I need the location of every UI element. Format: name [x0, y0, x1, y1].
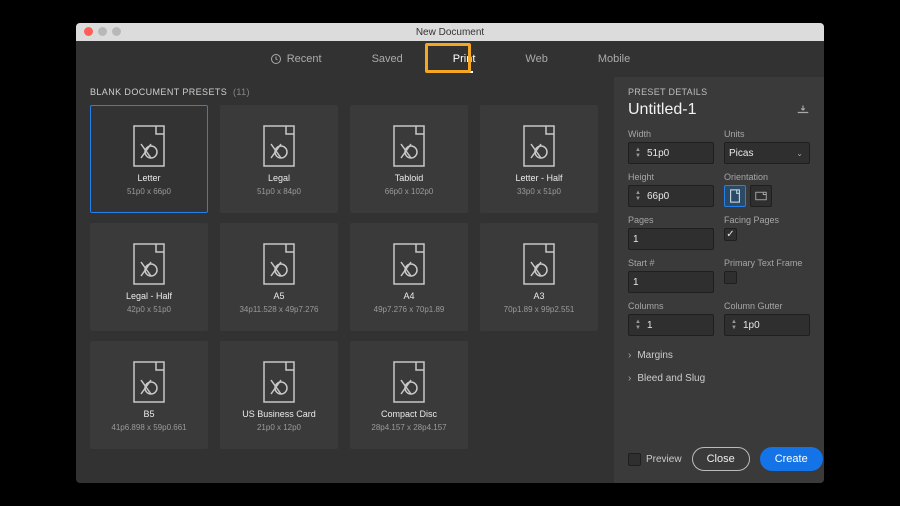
preset-dimensions: 34p11.528 x 49p7.276 — [239, 305, 318, 314]
preset-dimensions: 66p0 x 102p0 — [385, 187, 434, 196]
preset-card[interactable]: A5 34p11.528 x 49p7.276 — [220, 223, 338, 331]
preset-card[interactable]: Tabloid 66p0 x 102p0 — [350, 105, 468, 213]
gutter-label: Column Gutter — [724, 301, 810, 311]
close-button[interactable]: Close — [692, 447, 750, 471]
preset-card[interactable]: Letter - Half 33p0 x 51p0 — [480, 105, 598, 213]
preset-card[interactable]: US Business Card 21p0 x 12p0 — [220, 341, 338, 449]
units-select[interactable]: Picas ⌄ — [724, 142, 810, 164]
preset-card[interactable]: A3 70p1.89 x 99p2.551 — [480, 223, 598, 331]
tab-recent[interactable]: Recent — [268, 49, 324, 69]
stepper-icon[interactable]: ▲▼ — [729, 319, 739, 331]
preset-name: Letter - Half — [515, 173, 562, 183]
start-number-label: Start # — [628, 258, 714, 268]
pages-field[interactable]: 1 — [628, 228, 714, 250]
tab-mobile[interactable]: Mobile — [596, 49, 632, 69]
preset-dimensions: 28p4.157 x 28p4.157 — [371, 423, 446, 432]
columns-field[interactable]: ▲▼ 1 — [628, 314, 714, 336]
primary-text-frame-checkbox[interactable] — [724, 271, 737, 284]
stepper-icon[interactable]: ▲▼ — [633, 147, 643, 159]
tab-saved[interactable]: Saved — [370, 49, 405, 69]
page-icon — [258, 241, 300, 287]
preset-card[interactable]: Compact Disc 28p4.157 x 28p4.157 — [350, 341, 468, 449]
width-field[interactable]: ▲▼ 51p0 — [628, 142, 714, 164]
facing-pages-checkbox[interactable] — [724, 228, 737, 241]
primary-text-frame-label: Primary Text Frame — [724, 258, 810, 268]
preset-name: Legal — [268, 173, 290, 183]
preset-name: A5 — [273, 291, 284, 301]
preset-name: A3 — [533, 291, 544, 301]
page-icon — [518, 241, 560, 287]
stepper-icon[interactable]: ▲▼ — [633, 319, 643, 331]
preset-details-header: PRESET DETAILS — [628, 87, 707, 97]
preset-section-label: BLANK DOCUMENT PRESETS (11) — [90, 87, 602, 97]
page-icon — [258, 123, 300, 169]
height-field[interactable]: ▲▼ 66p0 — [628, 185, 714, 207]
close-window-icon[interactable] — [84, 27, 93, 36]
page-icon — [128, 123, 170, 169]
preset-dimensions: 33p0 x 51p0 — [517, 187, 561, 196]
stepper-icon[interactable]: ▲▼ — [633, 190, 643, 202]
orientation-portrait-button[interactable] — [724, 185, 746, 207]
preset-card[interactable]: A4 49p7.276 x 70p1.89 — [350, 223, 468, 331]
preset-name: A4 — [403, 291, 414, 301]
zoom-window-icon[interactable] — [112, 27, 121, 36]
document-name[interactable]: Untitled-1 — [628, 101, 696, 119]
page-icon — [128, 359, 170, 405]
window-controls — [84, 27, 121, 36]
preset-dimensions: 41p6.898 x 59p0.661 — [111, 423, 186, 432]
preset-name: Letter — [137, 173, 160, 183]
preview-checkbox[interactable] — [628, 453, 641, 466]
orientation-landscape-button[interactable] — [750, 185, 772, 207]
preset-card[interactable]: Legal - Half 42p0 x 51p0 — [90, 223, 208, 331]
page-icon — [258, 359, 300, 405]
preset-dimensions: 49p7.276 x 70p1.89 — [374, 305, 445, 314]
preset-card[interactable]: Letter 51p0 x 66p0 — [90, 105, 208, 213]
preset-dimensions: 70p1.89 x 99p2.551 — [504, 305, 575, 314]
minimize-window-icon[interactable] — [98, 27, 107, 36]
create-button[interactable]: Create — [760, 447, 823, 471]
pages-label: Pages — [628, 215, 714, 225]
preset-name: Tabloid — [395, 173, 424, 183]
clock-icon — [270, 53, 282, 65]
margins-disclosure[interactable]: Margins — [628, 344, 810, 367]
preset-card[interactable]: B5 41p6.898 x 59p0.661 — [90, 341, 208, 449]
preset-name: US Business Card — [242, 409, 316, 419]
page-icon — [388, 123, 430, 169]
height-label: Height — [628, 172, 714, 182]
page-icon — [388, 359, 430, 405]
preset-dimensions: 21p0 x 12p0 — [257, 423, 301, 432]
preset-dimensions: 42p0 x 51p0 — [127, 305, 171, 314]
preset-name: B5 — [143, 409, 154, 419]
bleed-slug-disclosure[interactable]: Bleed and Slug — [628, 367, 810, 390]
gutter-field[interactable]: ▲▼ 1p0 — [724, 314, 810, 336]
category-tabs: Recent Saved Print Web Mobile — [76, 41, 824, 77]
preset-name: Legal - Half — [126, 291, 172, 301]
page-icon — [518, 123, 560, 169]
start-number-field[interactable]: 1 — [628, 271, 714, 293]
titlebar: New Document — [76, 23, 824, 41]
preset-dimensions: 51p0 x 66p0 — [127, 187, 171, 196]
preview-label: Preview — [646, 454, 682, 465]
chevron-down-icon: ⌄ — [796, 149, 803, 158]
page-icon — [388, 241, 430, 287]
preset-area: BLANK DOCUMENT PRESETS (11) Letter 51p0 x… — [76, 77, 614, 483]
page-icon — [128, 241, 170, 287]
save-preset-icon[interactable] — [796, 104, 810, 117]
preset-card[interactable]: Legal 51p0 x 84p0 — [220, 105, 338, 213]
preset-details-panel: PRESET DETAILS Untitled-1 Width ▲▼ 51p0 … — [614, 77, 824, 483]
new-document-window: New Document Recent Saved Print Web Mobi… — [76, 23, 824, 483]
tab-print[interactable]: Print — [451, 49, 478, 69]
columns-label: Columns — [628, 301, 714, 311]
width-label: Width — [628, 129, 714, 139]
preset-dimensions: 51p0 x 84p0 — [257, 187, 301, 196]
preset-name: Compact Disc — [381, 409, 437, 419]
window-title: New Document — [76, 27, 824, 38]
landscape-icon — [755, 189, 767, 203]
portrait-icon — [729, 189, 741, 203]
facing-pages-label: Facing Pages — [724, 215, 810, 225]
units-label: Units — [724, 129, 810, 139]
preset-grid: Letter 51p0 x 66p0 Legal 51p0 x 84p0 Tabloid… — [90, 105, 602, 449]
orientation-label: Orientation — [724, 172, 810, 182]
tab-web[interactable]: Web — [523, 49, 549, 69]
